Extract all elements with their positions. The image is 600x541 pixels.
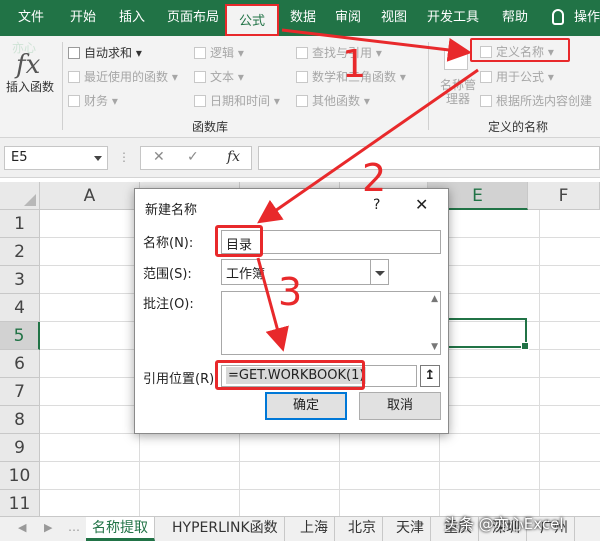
financial-button[interactable]: 财务 ▾ — [68, 92, 118, 109]
text-functions-button[interactable]: 文本 ▾ — [194, 68, 244, 85]
row-header-4[interactable]: 4 — [0, 294, 40, 322]
row-header-8[interactable]: 8 — [0, 406, 40, 434]
row-header-3[interactable]: 3 — [0, 266, 40, 294]
tab-developer[interactable]: 开发工具 — [420, 0, 486, 36]
tab-file[interactable]: 文件 — [10, 0, 52, 36]
text-icon — [194, 71, 206, 83]
scroll-down-icon[interactable]: ▼ — [431, 342, 438, 352]
column-header-f[interactable]: F — [528, 182, 600, 210]
tab-data[interactable]: 数据 — [284, 0, 322, 36]
drag-handle-icon[interactable]: ⋮ — [118, 150, 130, 164]
formula-input[interactable] — [258, 146, 600, 170]
row-header-1[interactable]: 1 — [0, 210, 40, 238]
sheet-tab-tianjin[interactable]: 天津 — [390, 517, 431, 541]
name-box[interactable]: E5 — [4, 146, 108, 170]
calendar-icon — [194, 95, 206, 107]
tab-insert[interactable]: 插入 — [110, 0, 154, 36]
define-name-button[interactable]: 定义名称 ▾ — [480, 43, 554, 60]
create-from-selection-button[interactable]: 根据所选内容创建 — [480, 92, 592, 109]
next-sheet-icon[interactable]: ▶ — [44, 521, 52, 534]
comment-label: 批注(O): — [143, 297, 194, 312]
formula-buttons: ✕ ✓ fx — [140, 146, 252, 170]
ribbon-tab-bar: 文件 开始 插入 页面布局 公式 数据 审阅 视图 开发工具 帮助 操作 — [0, 0, 600, 36]
group-separator — [62, 42, 63, 130]
lookup-reference-button[interactable]: 查找与引用 ▾ — [296, 44, 382, 61]
lookup-icon — [296, 47, 308, 59]
sheet-tab-hyperlink[interactable]: HYPERLINK函数 — [166, 517, 285, 541]
tab-view[interactable]: 视图 — [374, 0, 414, 36]
tab-formulas[interactable]: 公式 — [225, 4, 279, 36]
row-header-6[interactable]: 6 — [0, 350, 40, 378]
name-manager-icon[interactable] — [444, 50, 468, 70]
tag-icon — [480, 46, 492, 58]
fx-small-icon — [480, 71, 492, 83]
use-in-formula-button[interactable]: 用于公式 ▾ — [480, 68, 554, 85]
lightbulb-icon[interactable] — [552, 9, 564, 25]
recent-functions-button[interactable]: 最近使用的函数 ▾ — [68, 68, 178, 85]
scroll-up-icon[interactable]: ▲ — [431, 294, 438, 304]
cancel-formula-button[interactable]: ✕ — [153, 149, 165, 165]
cancel-button[interactable]: 取消 — [359, 392, 441, 420]
ok-button[interactable]: 确定 — [265, 392, 347, 420]
logical-button[interactable]: 逻辑 ▾ — [194, 44, 244, 61]
name-label: 名称(N): — [143, 236, 194, 251]
scope-label: 范围(S): — [143, 267, 192, 282]
group-label-function-library: 函数库 — [192, 120, 229, 134]
row-header-11[interactable]: 11 — [0, 490, 40, 518]
tab-review[interactable]: 审阅 — [328, 0, 368, 36]
row-header-9[interactable]: 9 — [0, 434, 40, 462]
dialog-title: 新建名称 — [145, 203, 198, 218]
row-header-10[interactable]: 10 — [0, 462, 40, 490]
group-separator — [428, 42, 429, 130]
date-time-button[interactable]: 日期和时间 ▾ — [194, 92, 280, 109]
comment-textarea[interactable]: ▲ ▼ — [221, 291, 441, 355]
collapse-dialog-button[interactable]: ↥ — [420, 365, 440, 387]
tab-page-layout[interactable]: 页面布局 — [158, 0, 228, 36]
sheet-tab-shanghai[interactable]: 上海 — [294, 517, 335, 541]
star-icon — [68, 71, 80, 83]
previous-sheet-icon[interactable]: ◀ — [18, 521, 26, 534]
row-header-5[interactable]: 5 — [0, 322, 40, 350]
sigma-icon — [68, 47, 80, 59]
sheet-tab-beijing[interactable]: 北京 — [342, 517, 383, 541]
tab-help[interactable]: 帮助 — [494, 0, 536, 36]
insert-function-fx-button[interactable]: fx — [227, 149, 240, 165]
formula-bar: E5 ⋮ ✕ ✓ fx — [0, 138, 600, 178]
math-icon — [296, 71, 308, 83]
more-functions-button[interactable]: 其他函数 ▾ — [296, 92, 370, 109]
close-button[interactable]: ✕ — [415, 195, 428, 214]
create-selection-icon — [480, 95, 492, 107]
row-header-7[interactable]: 7 — [0, 378, 40, 406]
row-header-2[interactable]: 2 — [0, 238, 40, 266]
name-manager-button[interactable]: 名称管理器 — [438, 78, 478, 106]
select-all-corner[interactable] — [0, 182, 40, 210]
tab-home[interactable]: 开始 — [60, 0, 106, 36]
ribbon: 亦心 fx 插入函数 自动求和 ▾ 最近使用的函数 ▾ 财务 ▾ 逻辑 ▾ 文本… — [0, 36, 600, 138]
sheet-tab-name-extract[interactable]: 名称提取 — [86, 517, 155, 541]
scope-select[interactable]: 工作簿 — [221, 259, 389, 285]
tab-tell-me[interactable]: 操作 — [574, 0, 600, 36]
chevron-down-icon[interactable] — [370, 260, 388, 284]
step-number-2: 2 — [362, 156, 387, 200]
group-label-defined-names: 定义的名称 — [488, 120, 549, 134]
finance-icon — [68, 95, 80, 107]
step-number-3: 3 — [278, 270, 303, 314]
insert-function-button[interactable]: 插入函数 — [6, 78, 54, 95]
autosum-button[interactable]: 自动求和 ▾ — [68, 44, 142, 61]
column-header-a[interactable]: A — [40, 182, 140, 210]
logical-icon — [194, 47, 206, 59]
more-functions-icon — [296, 95, 308, 107]
enter-formula-button[interactable]: ✓ — [187, 149, 199, 165]
refers-to-label: 引用位置(R): — [143, 372, 219, 387]
chevron-down-icon[interactable] — [94, 156, 102, 161]
name-input-highlight — [215, 225, 263, 257]
refers-to-highlight — [215, 360, 365, 390]
insert-function-icon[interactable]: fx — [16, 50, 40, 80]
more-sheets-icon[interactable]: … — [68, 520, 80, 534]
step-number-1: 1 — [342, 42, 367, 86]
watermark: 头条 @亦心Excel — [444, 515, 564, 533]
